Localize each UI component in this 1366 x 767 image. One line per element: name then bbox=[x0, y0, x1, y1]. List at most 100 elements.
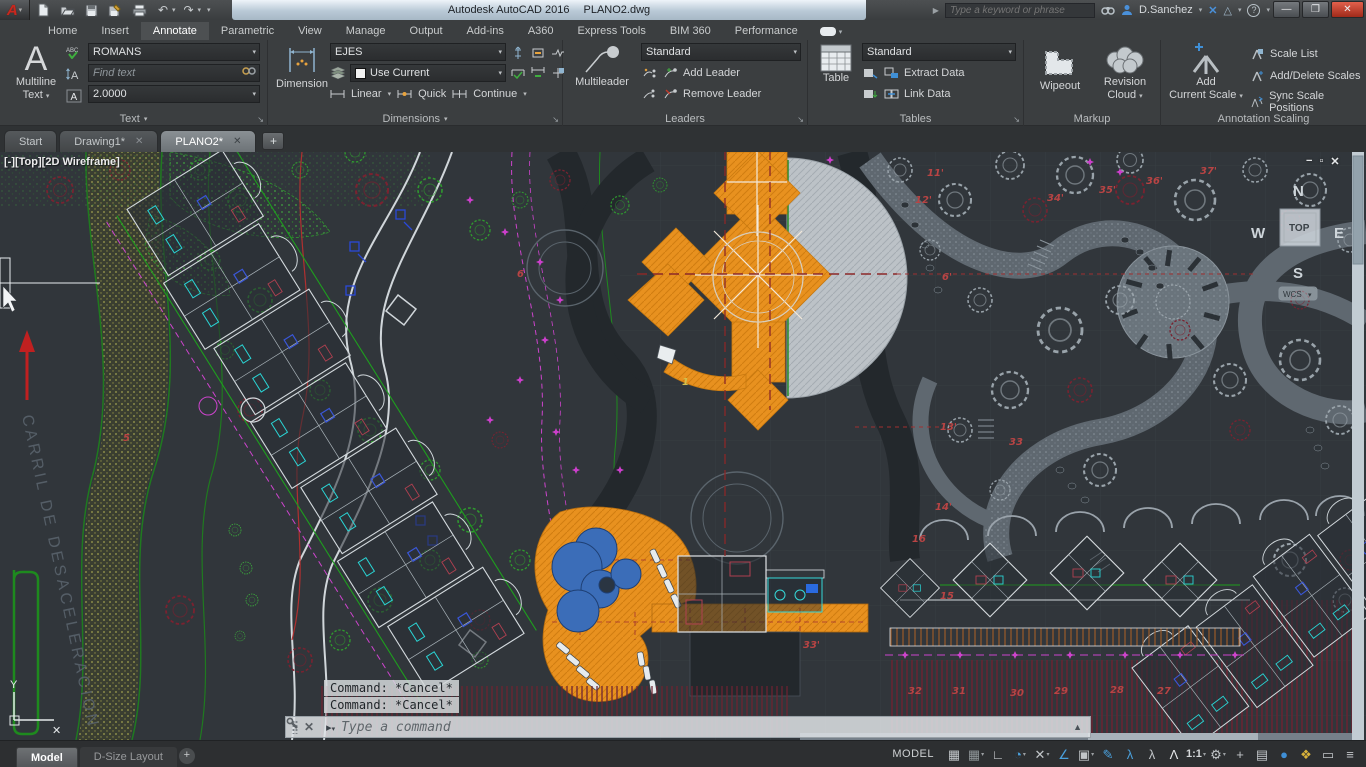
quick-dimension-button[interactable]: Quick bbox=[418, 88, 446, 100]
dim-layer-icon[interactable] bbox=[330, 65, 346, 81]
media-icon[interactable] bbox=[820, 27, 836, 36]
add-delete-scales-button[interactable]: Add/Delete Scales bbox=[1270, 70, 1361, 82]
autoscale-icon[interactable]: λ bbox=[1142, 744, 1162, 764]
dim-adjust-space-icon[interactable] bbox=[530, 45, 546, 61]
model-space-label[interactable]: MODEL bbox=[892, 748, 934, 760]
add-current-scale-dropdown-icon[interactable]: ▾ bbox=[1239, 93, 1243, 100]
save-as-icon[interactable] bbox=[104, 1, 126, 19]
open-icon[interactable] bbox=[56, 1, 78, 19]
mleader-collect-icon[interactable] bbox=[641, 86, 657, 102]
horizontal-scrollbar-thumb[interactable] bbox=[1088, 733, 1258, 740]
ribbon-tab-manage[interactable]: Manage bbox=[334, 22, 398, 40]
polar-tracking-icon[interactable]: ◔▾ bbox=[1010, 744, 1030, 764]
ribbon-tab-performance[interactable]: Performance bbox=[723, 22, 810, 40]
clean-screen-icon[interactable]: ▭ bbox=[1318, 744, 1338, 764]
multiline-text-dropdown-icon[interactable]: ▾ bbox=[46, 93, 50, 100]
grid-display-icon[interactable]: ▦ bbox=[944, 744, 964, 764]
panel-footer-leaders[interactable]: Leaders ↘ bbox=[563, 112, 807, 126]
annotation-monitor-icon[interactable]: + bbox=[1230, 744, 1250, 764]
redo-icon[interactable]: ↷ bbox=[178, 1, 200, 19]
close-button[interactable]: ✕ bbox=[1331, 1, 1364, 18]
dim-layer-combo[interactable]: Use Current▾ bbox=[350, 64, 506, 82]
new-drawing-tab-button[interactable]: + bbox=[262, 132, 284, 150]
link-data-button[interactable]: Link Data bbox=[904, 88, 950, 100]
ribbon-tab-a360[interactable]: A360 bbox=[516, 22, 566, 40]
object-snap-icon[interactable]: ▣▾ bbox=[1076, 744, 1096, 764]
ribbon-tab-output[interactable]: Output bbox=[398, 22, 455, 40]
command-expand-icon[interactable]: ▲ bbox=[1073, 722, 1082, 732]
dim-break-icon[interactable] bbox=[510, 45, 526, 61]
ribbon-tab-add-ins[interactable]: Add-ins bbox=[455, 22, 516, 40]
annotation-scale-person-icon[interactable]: Λ bbox=[1164, 744, 1184, 764]
undo-icon[interactable]: ↶ bbox=[152, 1, 174, 19]
command-input[interactable]: Type a command bbox=[341, 720, 1067, 735]
customization-icon[interactable]: ≡ bbox=[1340, 744, 1360, 764]
dimension-button[interactable]: Dimension bbox=[276, 42, 328, 91]
osnap-tracking-icon[interactable]: ∠ bbox=[1054, 744, 1074, 764]
revision-cloud-button[interactable]: Revision Cloud ▾ bbox=[1094, 44, 1156, 103]
panel-footer-dimensions[interactable]: Dimensions▾ ↘ bbox=[268, 112, 562, 126]
text-height-combo[interactable]: 2.0000▾ bbox=[88, 85, 260, 103]
annotation-scale-value[interactable]: 1:1▾ bbox=[1186, 744, 1206, 764]
ribbon-tab-home[interactable]: Home bbox=[36, 22, 89, 40]
continue-dropdown-icon[interactable]: ▾ bbox=[523, 90, 527, 98]
signed-in-user[interactable]: D.Sanchez bbox=[1139, 4, 1193, 16]
drawing-canvas[interactable]: CARRIL DE DESACELERACION Y ✕ N W E S TOP… bbox=[0, 152, 1366, 740]
continue-button[interactable]: Continue bbox=[473, 88, 517, 100]
sync-scale-positions-button[interactable]: Sync Scale Positions bbox=[1269, 90, 1366, 114]
linear-dropdown-icon[interactable]: ▾ bbox=[388, 90, 392, 98]
snap-mode-icon[interactable]: ▦▾ bbox=[966, 744, 986, 764]
table-button[interactable]: Table bbox=[816, 44, 856, 85]
linear-button[interactable]: Linear bbox=[351, 88, 382, 100]
minimize-button[interactable]: — bbox=[1273, 1, 1300, 18]
wipeout-button[interactable]: Wipeout bbox=[1032, 44, 1088, 93]
undo-dropdown-icon[interactable]: ▾ bbox=[172, 6, 176, 14]
user-dropdown-icon[interactable]: ▾ bbox=[1199, 6, 1203, 14]
find-text-icon[interactable] bbox=[242, 66, 256, 80]
text-style-combo[interactable]: ROMANS▾ bbox=[88, 43, 260, 61]
panel-footer-markup[interactable]: Markup bbox=[1024, 112, 1160, 126]
file-tab-close-icon[interactable]: ✕ bbox=[233, 136, 241, 147]
panel-footer-tables[interactable]: Tables ↘ bbox=[808, 112, 1023, 126]
qnew-icon[interactable] bbox=[32, 1, 54, 19]
revision-cloud-dropdown-icon[interactable]: ▾ bbox=[1139, 93, 1143, 100]
spell-check-icon[interactable]: ABC bbox=[66, 44, 82, 60]
tables-dialog-launcher-icon[interactable]: ↘ bbox=[1013, 115, 1020, 124]
vertical-scrollbar-thumb[interactable] bbox=[1353, 156, 1363, 264]
dim-inspect-icon[interactable] bbox=[510, 65, 526, 81]
file-tab-close-icon[interactable]: ✕ bbox=[135, 136, 143, 147]
ribbon-tab-view[interactable]: View bbox=[286, 22, 334, 40]
table-style-combo[interactable]: Standard▾ bbox=[862, 43, 1016, 61]
add-current-scale-button[interactable]: Add Current Scale ▾ bbox=[1167, 42, 1245, 103]
leaders-dialog-launcher-icon[interactable]: ↘ bbox=[797, 115, 804, 124]
isolate-objects-icon[interactable]: ❖ bbox=[1296, 744, 1316, 764]
panel-footer-text[interactable]: Text▾ ↘ bbox=[0, 112, 267, 126]
dimensions-dialog-launcher-icon[interactable]: ↘ bbox=[552, 115, 559, 124]
viewport-restore-icon[interactable]: ▫ bbox=[1319, 155, 1323, 168]
ribbon-tab-bim-360[interactable]: BIM 360 bbox=[658, 22, 723, 40]
table-download-icon[interactable] bbox=[862, 86, 878, 102]
graphics-performance-icon[interactable]: ● bbox=[1274, 744, 1294, 764]
viewport-close-icon[interactable]: ✕ bbox=[1330, 155, 1339, 168]
help-dropdown-icon[interactable]: ▾ bbox=[1266, 6, 1270, 14]
autodesk-exchange-icon[interactable]: ✕ bbox=[1208, 4, 1217, 17]
search-collapse-icon[interactable]: ▶ bbox=[933, 6, 939, 15]
file-tab-start[interactable]: Start bbox=[4, 130, 57, 152]
file-tab-drawing1[interactable]: Drawing1*✕ bbox=[59, 130, 158, 152]
panel-footer-annotation-scaling[interactable]: Annotation Scaling bbox=[1161, 112, 1366, 126]
extract-data-button[interactable]: Extract Data bbox=[904, 67, 965, 79]
dim-style-combo[interactable]: EJES▾ bbox=[330, 43, 506, 61]
restore-button[interactable]: ❐ bbox=[1302, 1, 1329, 18]
user-avatar-icon[interactable] bbox=[1121, 4, 1133, 16]
save-icon[interactable] bbox=[80, 1, 102, 19]
layout-tab-dsize[interactable]: D-Size Layout bbox=[80, 747, 177, 767]
remove-leader-button[interactable]: Remove Leader bbox=[683, 88, 761, 100]
text-align-icon[interactable]: A bbox=[66, 66, 82, 82]
dim-update-icon[interactable] bbox=[530, 65, 546, 81]
workspace-gear-icon[interactable]: ⚙▾ bbox=[1208, 744, 1228, 764]
scale-list-button[interactable]: Scale List bbox=[1270, 48, 1318, 60]
table-cell-icon[interactable] bbox=[862, 65, 878, 81]
plot-icon[interactable] bbox=[128, 1, 150, 19]
qat-customize-icon[interactable]: ▾ bbox=[207, 6, 211, 14]
annotation-visibility-icon[interactable]: λ bbox=[1120, 744, 1140, 764]
